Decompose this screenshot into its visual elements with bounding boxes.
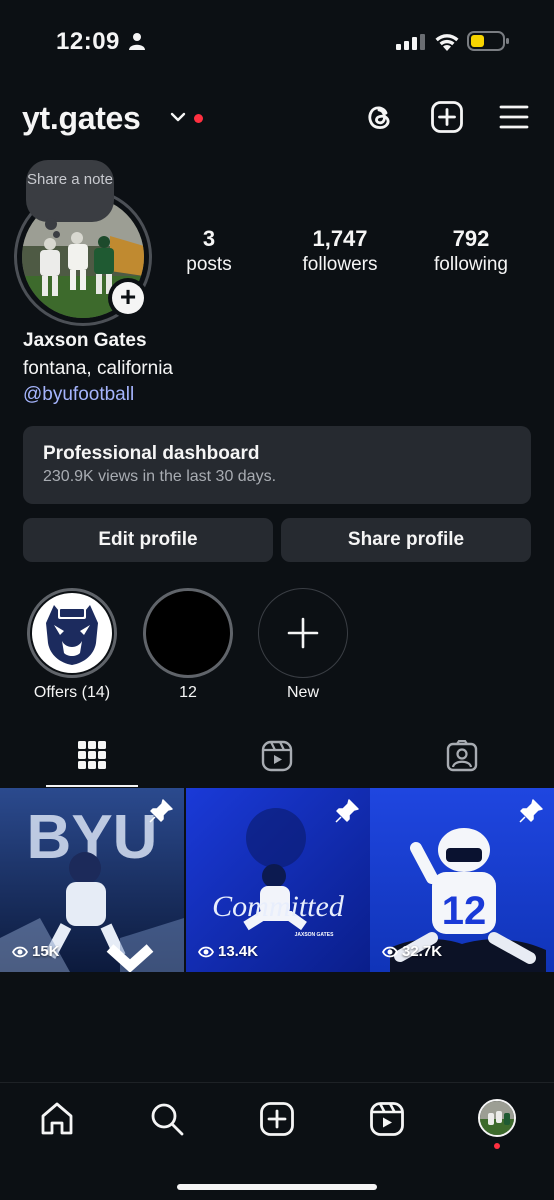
highlight-label: New	[286, 684, 319, 701]
professional-dashboard[interactable]: Professional dashboard 230.9K views in t…	[23, 426, 531, 504]
post-thumbnail[interactable]: BYU 15K	[0, 788, 184, 972]
profile-avatar[interactable]	[478, 1099, 516, 1137]
stat-followers-value: 1,747	[312, 226, 368, 251]
status-bar: 12:09	[0, 0, 554, 84]
search-icon[interactable]	[149, 1101, 185, 1137]
grid-icon	[78, 741, 106, 769]
views-icon	[382, 946, 398, 957]
views-icon	[198, 946, 214, 957]
create-post-icon[interactable]	[430, 100, 464, 134]
highlight-cover	[27, 588, 117, 678]
threads-icon[interactable]	[362, 100, 396, 134]
status-time: 12:09	[56, 28, 120, 55]
stat-following-label: following	[434, 254, 508, 275]
views-label: 13.4K	[218, 943, 259, 960]
notification-dot	[194, 114, 203, 123]
notification-dot	[494, 1143, 500, 1149]
home-indicator[interactable]	[177, 1184, 377, 1190]
highlight-offers[interactable]: Offers (14)	[22, 588, 122, 702]
tab-grid[interactable]	[0, 732, 184, 788]
stat-posts-value: 3	[202, 226, 216, 251]
share-note-bubble[interactable]: Share a note	[26, 160, 114, 222]
stat-posts[interactable]: 3 posts	[168, 226, 250, 278]
stat-followers[interactable]: 1,747 followers	[288, 226, 392, 278]
post-view-count: 32.7K	[382, 943, 442, 960]
posts-grid: BYU 15K Committed JAXSON GATES 13.4K 12 …	[0, 788, 554, 972]
post-view-count: 13.4K	[198, 943, 258, 960]
stat-following-value: 792	[452, 226, 490, 251]
post-overlay-text: Committed	[212, 890, 345, 923]
dashboard-subtitle: 230.9K views in the last 30 days.	[43, 468, 277, 485]
note-bubble-tail	[45, 218, 57, 230]
home-icon[interactable]	[39, 1101, 75, 1137]
bio-link[interactable]: @byufootball	[23, 384, 134, 406]
highlight-cover	[143, 588, 233, 678]
person-icon	[129, 33, 145, 50]
tagged-icon	[446, 740, 478, 772]
bio-location: fontana, california	[23, 358, 173, 379]
add-story-button[interactable]: +	[108, 278, 148, 318]
reels-icon[interactable]	[369, 1101, 405, 1137]
profile-avatar-image	[480, 1101, 514, 1135]
tab-reels[interactable]	[185, 732, 369, 788]
stat-followers-label: followers	[302, 254, 378, 275]
create-icon[interactable]	[259, 1101, 295, 1137]
profile-full-name: Jaxson Gates	[23, 330, 147, 351]
plus-icon	[287, 617, 319, 649]
wifi-icon	[435, 34, 459, 51]
post-thumbnail[interactable]: 12 32.7K	[370, 788, 554, 972]
stat-following[interactable]: 792 following	[420, 226, 522, 278]
chevron-down-icon[interactable]	[169, 110, 187, 124]
highlight-cover	[258, 588, 348, 678]
highlight-label: Offers (14)	[33, 684, 111, 701]
post-thumbnail[interactable]: Committed JAXSON GATES 13.4K	[186, 788, 370, 972]
bottom-navigation	[0, 1082, 554, 1200]
views-label: 15K	[32, 943, 60, 960]
pin-icon	[335, 799, 359, 823]
note-bubble-tail	[53, 231, 60, 238]
highlight-12[interactable]: 12	[138, 588, 238, 702]
post-jersey-number: 12	[442, 889, 487, 933]
active-tab-indicator	[46, 785, 138, 787]
highlight-label: 12	[179, 684, 197, 701]
new-highlight-button[interactable]: New	[253, 588, 353, 702]
pin-icon	[149, 799, 173, 823]
pin-icon	[519, 799, 543, 823]
account-username[interactable]: yt.gates	[22, 100, 141, 137]
plus-icon: +	[112, 282, 144, 314]
profile-header: yt.gates	[0, 96, 554, 144]
tab-tagged[interactable]	[370, 732, 554, 788]
post-view-count: 15K	[12, 943, 60, 960]
post-name-text: JAXSON GATES	[295, 932, 334, 938]
byu-cougar-logo-icon	[32, 593, 112, 673]
stat-posts-label: posts	[186, 254, 232, 275]
edit-profile-button[interactable]: Edit profile	[23, 518, 273, 562]
menu-icon[interactable]	[498, 102, 530, 132]
reels-icon	[261, 740, 293, 772]
battery-icon	[467, 31, 509, 51]
profile-tabs	[0, 732, 554, 788]
views-icon	[12, 946, 28, 957]
share-profile-button[interactable]: Share profile	[281, 518, 531, 562]
views-label: 32.7K	[402, 943, 443, 960]
signal-icon	[396, 34, 425, 50]
dashboard-title: Professional dashboard	[43, 443, 260, 464]
